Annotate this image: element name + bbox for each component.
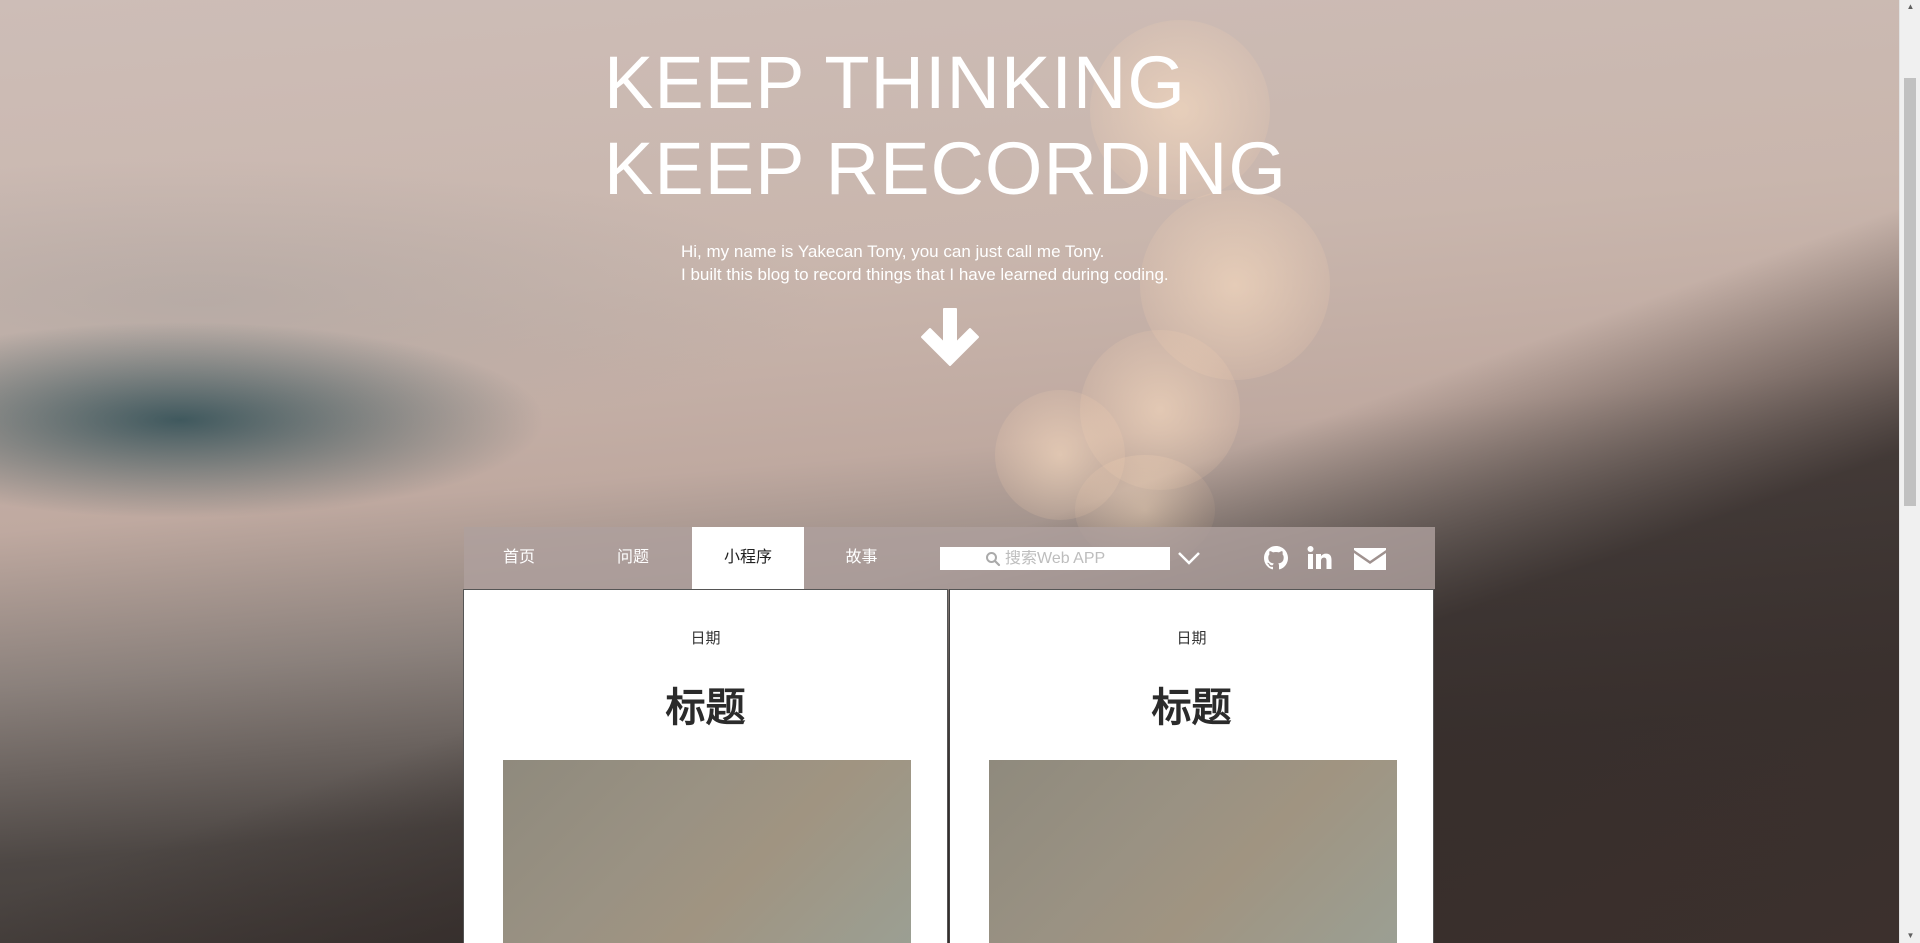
hero-intro-line1: Hi, my name is Yakecan Tony, you can jus… (681, 242, 1105, 261)
envelope-icon[interactable] (1352, 541, 1388, 575)
card-title[interactable]: 标题 (464, 675, 947, 733)
hero-title-line2: KEEP RECORDING (604, 127, 1287, 210)
scrollbar-thumb[interactable] (1904, 78, 1916, 506)
search-box (940, 547, 1170, 570)
card-list: 日期 标题 日期 标题 (463, 589, 1436, 943)
tab-questions[interactable]: 问题 (574, 527, 692, 589)
chevron-down-icon[interactable] (1176, 546, 1202, 570)
tab-home[interactable]: 首页 (464, 527, 574, 589)
page: KEEP THINKING KEEP RECORDING Hi, my name… (0, 0, 1920, 943)
post-card[interactable]: 日期 标题 (463, 589, 948, 943)
search-icon (986, 551, 1001, 566)
tab-stories[interactable]: 故事 (804, 527, 919, 589)
card-image[interactable] (989, 760, 1397, 943)
linkedin-icon[interactable] (1306, 541, 1334, 575)
scroll-down-icon[interactable]: ▼ (1900, 929, 1920, 943)
vertical-scrollbar[interactable]: ▲ ▼ (1899, 0, 1920, 943)
main-nav: 首页 问题 小程序 故事 (464, 527, 1435, 589)
arrow-down-icon[interactable] (915, 305, 985, 375)
hero-title-line1: KEEP THINKING (604, 41, 1186, 124)
card-image[interactable] (503, 760, 911, 943)
card-date: 日期 (690, 630, 721, 647)
hero-intro: Hi, my name is Yakecan Tony, you can jus… (681, 240, 1169, 286)
scroll-up-icon[interactable]: ▲ (1900, 0, 1920, 14)
card-title[interactable]: 标题 (950, 675, 1433, 733)
tab-mini-program[interactable]: 小程序 (692, 527, 804, 589)
card-date: 日期 (1176, 630, 1207, 647)
github-icon[interactable] (1262, 541, 1290, 575)
search-input[interactable] (1005, 549, 1125, 568)
hero-intro-line2: I built this blog to record things that … (681, 265, 1169, 284)
hero-title: KEEP THINKING KEEP RECORDING (604, 40, 1287, 212)
post-card[interactable]: 日期 标题 (949, 589, 1434, 943)
